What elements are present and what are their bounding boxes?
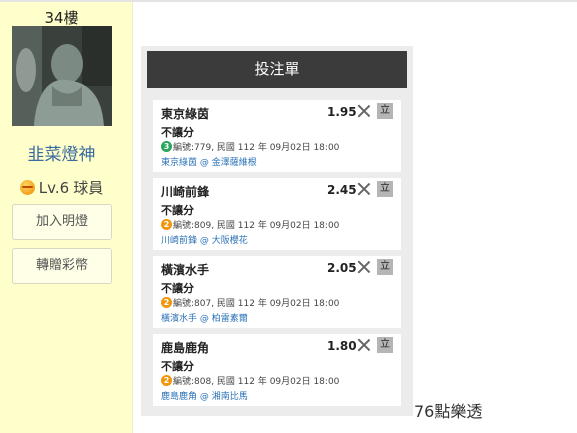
bet-type: 不讓分 <box>161 204 194 217</box>
bet-card: 東京綠茵 1.95 立 不讓分 3 編號:779, 民國 112 年 09月02… <box>153 100 401 172</box>
bet-slip-title: 投注單 <box>147 51 407 88</box>
bet-odds: 1.95 <box>327 105 357 119</box>
bet-card: 川崎前鋒 2.45 立 不讓分 2 編號:809, 民國 112 年 09月02… <box>153 178 401 250</box>
rank-text: 球員 <box>73 179 104 197</box>
bet-card: 橫濱水手 2.05 立 不讓分 2 編號:807, 民國 112 年 09月02… <box>153 256 401 328</box>
bet-type: 不讓分 <box>161 126 194 139</box>
bet-type: 不讓分 <box>161 282 194 295</box>
match-link[interactable]: 鹿島鹿角 @ 湘南比馬 <box>161 389 248 402</box>
match-link[interactable]: 橫濱水手 @ 柏雷素爾 <box>161 311 248 324</box>
at-sign: @ <box>199 158 209 168</box>
home-team: 東京綠茵 <box>161 158 198 168</box>
stand-button[interactable]: 立 <box>377 181 393 197</box>
bet-info-text: 編號:807, 民國 112 年 09月02日 18:00 <box>173 299 340 309</box>
away-team: 金澤薩維根 <box>211 158 257 168</box>
at-sign: @ <box>199 392 209 402</box>
bet-team: 川崎前鋒 <box>161 185 210 199</box>
away-team: 大阪櫻花 <box>211 236 248 246</box>
stand-button[interactable]: 立 <box>377 103 393 119</box>
bet-info: 2 編號:807, 民國 112 年 09月02日 18:00 <box>161 296 339 309</box>
at-sign: @ <box>199 314 209 324</box>
at-sign: @ <box>199 236 209 246</box>
bet-info: 2 編號:809, 民國 112 年 09月02日 18:00 <box>161 218 339 231</box>
match-link[interactable]: 東京綠茵 @ 金澤薩維根 <box>161 155 257 168</box>
stand-button[interactable]: 立 <box>377 259 393 275</box>
gift-coins-button[interactable]: 轉贈彩幣 <box>12 248 112 284</box>
bet-info-text: 編號:809, 民國 112 年 09月02日 18:00 <box>173 221 340 231</box>
away-team: 柏雷素爾 <box>211 314 248 324</box>
bet-team: 鹿島鹿角 <box>161 341 210 355</box>
close-icon[interactable] <box>357 260 371 274</box>
match-link[interactable]: 川崎前鋒 @ 大阪櫻花 <box>161 233 248 246</box>
home-team: 鹿島鹿角 <box>161 392 198 402</box>
level-text: Lv.6 <box>38 178 70 197</box>
home-team: 川崎前鋒 <box>161 236 198 246</box>
sport-count-badge: 2 <box>161 375 172 386</box>
follow-button[interactable]: 加入明燈 <box>12 204 112 240</box>
close-icon[interactable] <box>357 182 371 196</box>
bet-info-text: 編號:779, 民國 112 年 09月02日 18:00 <box>173 143 340 153</box>
bet-info: 3 編號:779, 民國 112 年 09月02日 18:00 <box>161 140 339 153</box>
close-icon[interactable] <box>357 338 371 352</box>
stand-button[interactable]: 立 <box>377 337 393 353</box>
bet-team: 東京綠茵 <box>161 107 210 121</box>
username-link[interactable]: 韭菜燈神 <box>0 140 123 165</box>
bet-odds: 1.80 <box>327 339 357 353</box>
bet-odds: 2.45 <box>327 183 357 197</box>
bet-team: 橫濱水手 <box>161 263 210 277</box>
away-team: 湘南比馬 <box>211 392 248 402</box>
user-level: Lv.6 球員 <box>0 177 123 198</box>
bet-info-text: 編號:808, 民國 112 年 09月02日 18:00 <box>173 377 340 387</box>
sport-count-badge: 2 <box>161 297 172 308</box>
bet-card: 鹿島鹿角 1.80 立 不讓分 2 編號:808, 民國 112 年 09月02… <box>153 334 401 406</box>
close-icon[interactable] <box>357 104 371 118</box>
bet-odds: 2.05 <box>327 261 357 275</box>
background-title: 76點樂透 <box>414 402 483 421</box>
user-sidebar: 34樓 韭菜燈神 Lv.6 球員 加入明燈 轉贈彩幣 <box>0 2 133 433</box>
level-badge-icon <box>19 180 35 195</box>
bet-type: 不讓分 <box>161 360 194 373</box>
home-team: 橫濱水手 <box>161 314 198 324</box>
sport-count-badge: 3 <box>161 141 172 152</box>
avatar-image <box>12 26 112 126</box>
bet-info: 2 編號:808, 民國 112 年 09月02日 18:00 <box>161 374 339 387</box>
sport-count-badge: 2 <box>161 219 172 230</box>
avatar[interactable] <box>12 26 112 126</box>
floor-number: 34樓 <box>44 9 79 27</box>
bet-slip-panel: 投注單 東京綠茵 1.95 立 不讓分 3 編號:779, 民國 112 年 0… <box>141 46 413 416</box>
